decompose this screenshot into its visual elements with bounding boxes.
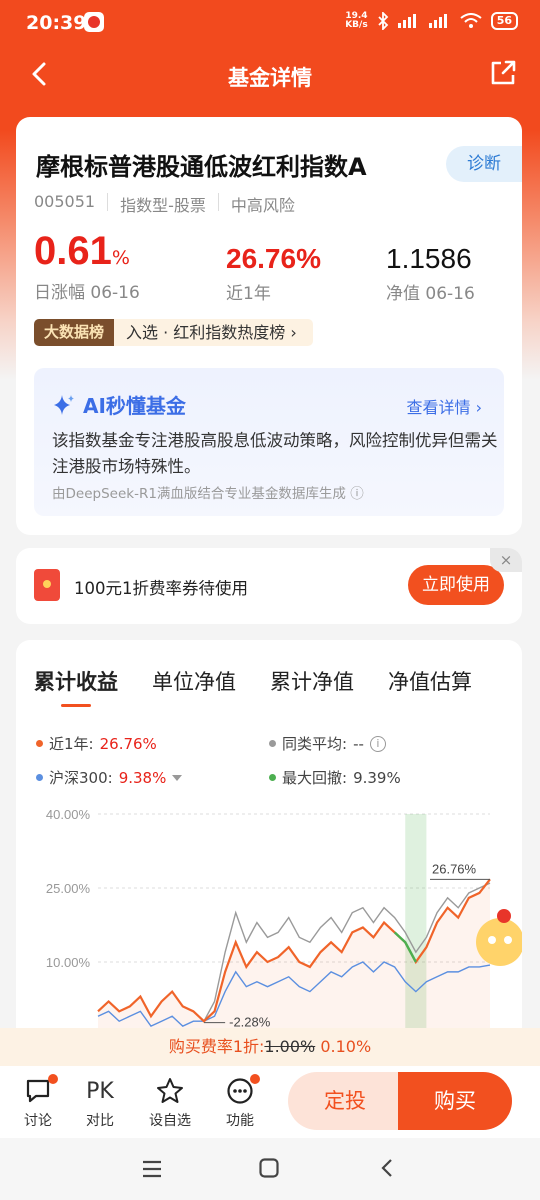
- big-data-ranking-badge: 大数据榜: [34, 319, 115, 346]
- legend-fund: 近1年: 26.76%: [36, 733, 157, 754]
- title-bar: 基金详情: [0, 50, 540, 100]
- legend-dot: [269, 740, 276, 747]
- close-icon[interactable]: ×: [490, 548, 522, 572]
- app-notification-icon: [84, 12, 104, 32]
- daily-change-unit: %: [111, 247, 130, 269]
- fund-code: 005051: [34, 192, 96, 211]
- functions-button[interactable]: 功能: [210, 1074, 270, 1130]
- pk-icon: PK: [86, 1078, 114, 1104]
- ai-detail-link[interactable]: 查看详情 ›: [406, 394, 482, 418]
- ai-source-note: 由DeepSeek-R1满血版结合专业基金数据库生成 ⓘ: [52, 486, 364, 502]
- fund-meta: 005051 指数型-股票 中高风险: [34, 192, 295, 216]
- mascot-icon: [476, 918, 522, 966]
- buy-button[interactable]: 购买: [398, 1072, 512, 1130]
- share-icon[interactable]: [488, 58, 518, 88]
- discuss-button[interactable]: 讨论: [8, 1074, 68, 1130]
- year-return-stat: 26.76% 近1年: [226, 243, 321, 304]
- y-tick-label: 10.00%: [46, 955, 91, 970]
- fund-type: 指数型-股票: [120, 196, 206, 215]
- add-watchlist-button[interactable]: 设自选: [140, 1076, 200, 1130]
- use-coupon-button[interactable]: 立即使用: [408, 565, 504, 605]
- chevron-right-icon: ›: [290, 323, 297, 342]
- legend-drawdown: 最大回撤: 9.39%: [269, 767, 401, 788]
- fund-name: 摩根标普港股通低波红利指数A: [36, 153, 367, 181]
- legend-dot: [36, 774, 43, 781]
- chart-tabs: 累计收益 单位净值 累计净值 净值估算: [34, 666, 472, 707]
- original-fee: 1.00%: [264, 1037, 316, 1056]
- tab-cumulative-nav[interactable]: 累计净值: [270, 666, 354, 707]
- performance-chart-card: 累计收益 单位净值 累计净值 净值估算 近1年: 26.76% 同类平均: -- i…: [16, 640, 522, 1060]
- legend-index[interactable]: 沪深300: 9.38%: [36, 767, 183, 788]
- sparkle-icon: [54, 395, 74, 415]
- bluetooth-icon: [378, 12, 388, 30]
- status-icons: 19.4 KB/s 56: [345, 12, 518, 30]
- notification-dot: [48, 1074, 58, 1084]
- coupon-card: 100元1折费率券待使用 立即使用 ×: [16, 548, 522, 624]
- ranking-tag[interactable]: 大数据榜 入选 · 红利指数热度榜 ›: [34, 319, 313, 346]
- status-time: 20:39: [26, 12, 87, 34]
- tab-cumulative-return[interactable]: 累计收益: [34, 666, 118, 707]
- bottom-action-bar: 讨论 PK 对比 设自选 功能 定投 购买: [0, 1066, 540, 1138]
- mascot-eye: [504, 936, 512, 944]
- home-icon[interactable]: [258, 1157, 280, 1179]
- compare-button[interactable]: PK 对比: [70, 1076, 130, 1130]
- back-icon[interactable]: [376, 1157, 398, 1179]
- page-title: 基金详情: [228, 66, 312, 90]
- chevron-right-icon: ›: [475, 398, 482, 417]
- system-nav-bar: [0, 1138, 540, 1200]
- legend-dot: [269, 774, 276, 781]
- cumulative-return-chart[interactable]: 40.00% 25.00% 10.00% 26.76% -2.28%: [16, 808, 522, 1028]
- star-plus-icon: [157, 1078, 183, 1103]
- red-packet-icon: [34, 569, 60, 601]
- y-tick-label: 40.00%: [46, 808, 91, 822]
- net-speed: 19.4 KB/s: [345, 11, 368, 30]
- notification-dot: [250, 1074, 260, 1084]
- discounted-fee: 0.10%: [320, 1037, 372, 1056]
- y-tick-label: 25.00%: [46, 881, 91, 896]
- info-icon[interactable]: ⓘ: [350, 486, 364, 502]
- battery-icon: 56: [490, 12, 518, 30]
- ai-summary-card: AI秒懂基金 查看详情 › 该指数基金专注港股高股息低波动策略，风险控制优异但需…: [34, 368, 504, 516]
- min-annotation: -2.28%: [229, 1015, 271, 1028]
- ai-title: AI秒懂基金: [52, 390, 186, 419]
- ai-summary-text: 该指数基金专注港股高股息低波动策略，风险控制优异但需关注港股市场特殊性。: [52, 431, 498, 476]
- wifi-icon: [460, 13, 482, 28]
- signal-icon: [397, 14, 420, 28]
- nav-label: 净值 06-16: [386, 284, 475, 304]
- fund-risk: 中高风险: [230, 196, 295, 215]
- tab-unit-nav[interactable]: 单位净值: [152, 666, 236, 707]
- legend-peer: 同类平均: -- i: [269, 733, 386, 754]
- caret-down-icon: [172, 774, 183, 781]
- daily-change-stat: 0.61% 日涨幅 06-16: [34, 229, 140, 303]
- legend-dot: [36, 740, 43, 747]
- status-bar: 20:39 19.4 KB/s 56: [0, 0, 540, 48]
- divider: [107, 193, 109, 211]
- daily-change-label: 日涨幅 06-16: [34, 283, 140, 303]
- auto-invest-button[interactable]: 定投: [288, 1072, 402, 1130]
- divider: [217, 193, 219, 211]
- year-return-value: 26.76%: [226, 243, 321, 274]
- menu-icon[interactable]: [140, 1158, 164, 1180]
- info-icon[interactable]: i: [369, 735, 386, 752]
- year-return-label: 近1年: [226, 284, 271, 304]
- diagnose-button[interactable]: 诊断: [446, 146, 522, 182]
- fee-banner: 购买费率1折:1.00% 0.10%: [0, 1028, 540, 1066]
- mascot-crest: [497, 909, 511, 923]
- ranking-text: 入选 · 红利指数热度榜 ›: [114, 319, 313, 346]
- nav-stat: 1.1586 净值 06-16: [386, 243, 475, 304]
- signal-icon: [428, 14, 451, 28]
- mascot-eye: [488, 936, 496, 944]
- nav-value: 1.1586: [386, 243, 472, 274]
- coupon-text: 100元1折费率券待使用: [74, 579, 248, 598]
- max-annotation: 26.76%: [432, 861, 477, 876]
- tab-nav-estimate[interactable]: 净值估算: [388, 666, 472, 707]
- daily-change-value: 0.61: [34, 229, 112, 273]
